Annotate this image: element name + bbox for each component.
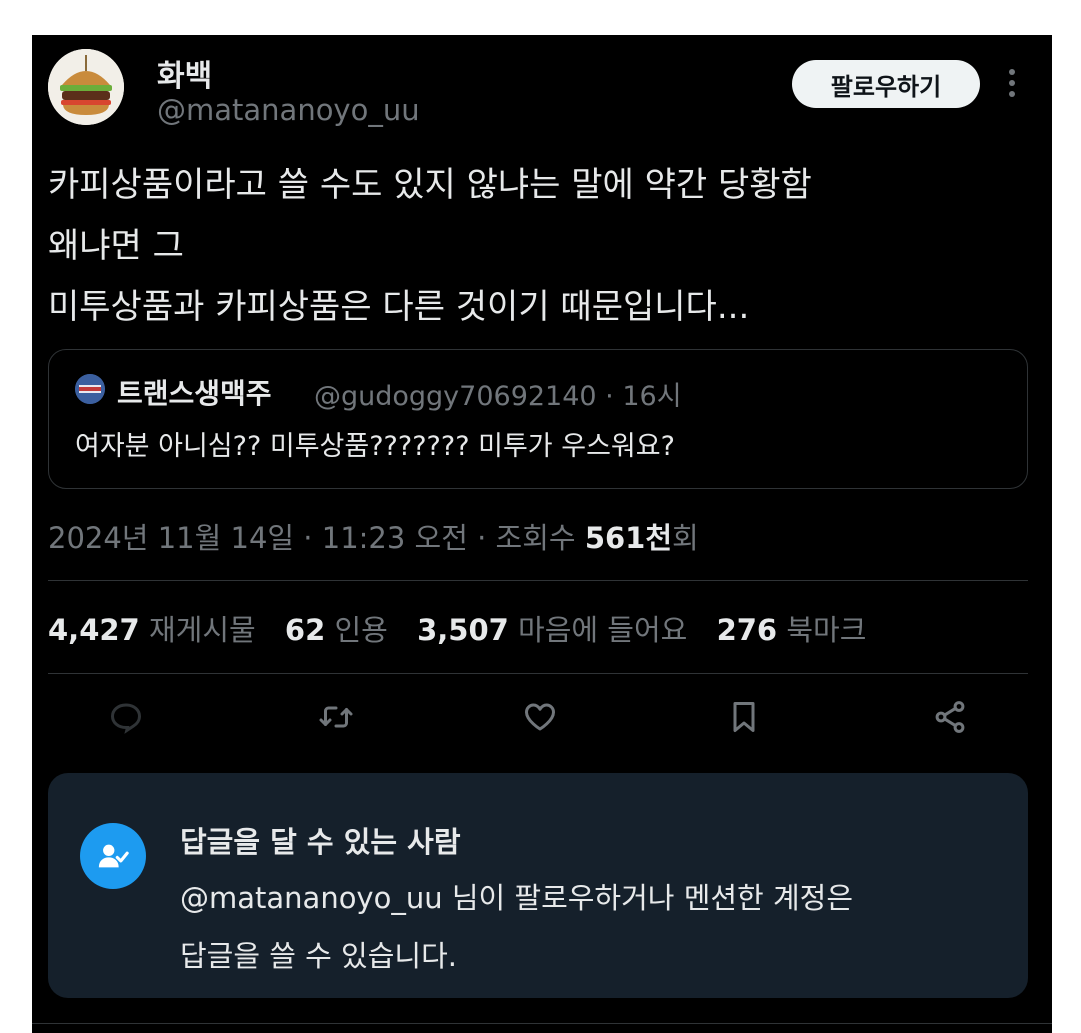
- tweet-line: 왜냐면 그: [48, 226, 184, 266]
- timestamp[interactable]: 2024년 11월 14일 · 11:23 오전 · 조회수: [48, 521, 585, 555]
- author-display-name[interactable]: 화백: [157, 51, 212, 95]
- beer-logo-icon: [75, 374, 105, 404]
- like-icon[interactable]: [518, 695, 562, 739]
- reply-restriction-line: @matananoyo_uu 님이 팔로우하거나 멘션한 계정은: [180, 881, 853, 915]
- tweet-timestamp-views: 2024년 11월 14일 · 11:23 오전 · 조회수 561천회: [48, 515, 699, 557]
- tweet-detail: 화백 @matananoyo_uu 팔로우하기 카피상품이라고 쓸 수도 있지 …: [32, 35, 1052, 1033]
- quoted-meta: @gudoggy70692140 · 16시: [314, 381, 682, 412]
- reply-restriction-line: 답글을 쓸 수 있습니다.: [180, 939, 457, 973]
- more-icon[interactable]: [1002, 65, 1022, 101]
- stat-reposts[interactable]: 4,427 재게시물: [48, 607, 256, 649]
- tweet-line: 미투상품과 카피상품은 다른 것이기 때문입니다...: [48, 287, 750, 327]
- divider: [32, 1023, 1052, 1024]
- retweet-icon[interactable]: [314, 695, 358, 739]
- engagement-stats: 4,427 재게시물 62 인용 3,507 마음에 들어요 276 북마크: [48, 607, 886, 649]
- view-suffix: 회: [672, 521, 699, 555]
- divider: [48, 580, 1028, 581]
- reply-icon[interactable]: [104, 695, 148, 739]
- bookmark-icon[interactable]: [722, 695, 766, 739]
- burger-icon: [48, 49, 124, 125]
- stat-bookmarks[interactable]: 276 북마크: [717, 607, 867, 649]
- quoted-text: 여자분 아니심?? 미투상품??????? 미투가 우스워요?: [75, 431, 675, 462]
- user-check-icon: [80, 823, 146, 889]
- reply-restriction-body: @matananoyo_uu 님이 팔로우하거나 멘션한 계정은 답글을 쓸 수…: [180, 869, 853, 985]
- follow-button[interactable]: 팔로우하기: [792, 60, 980, 108]
- quoted-display-name[interactable]: 트랜스생맥주: [117, 372, 272, 412]
- author-avatar[interactable]: [48, 49, 124, 125]
- stat-quotes[interactable]: 62 인용: [285, 607, 388, 649]
- reply-restriction-title: 답글을 달 수 있는 사람: [180, 825, 461, 859]
- tweet-line: 카피상품이라고 쓸 수도 있지 않냐는 말에 약간 당황함: [48, 165, 812, 205]
- divider: [48, 673, 1028, 674]
- stat-likes[interactable]: 3,507 마음에 들어요: [417, 607, 687, 649]
- tweet-text: 카피상품이라고 쓸 수도 있지 않냐는 말에 약간 당황함 왜냐면 그 미투상품…: [48, 155, 812, 338]
- share-icon[interactable]: [928, 695, 972, 739]
- author-handle[interactable]: @matananoyo_uu: [157, 93, 420, 127]
- quoted-tweet[interactable]: 트랜스생맥주 @gudoggy70692140 · 16시 여자분 아니심?? …: [48, 349, 1028, 489]
- quoted-avatar[interactable]: [75, 374, 105, 404]
- reply-restriction-notice: 답글을 달 수 있는 사람 @matananoyo_uu 님이 팔로우하거나 멘…: [48, 773, 1028, 998]
- view-count: 561천: [584, 521, 673, 555]
